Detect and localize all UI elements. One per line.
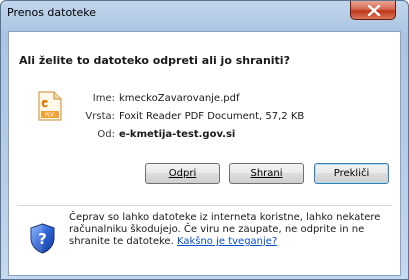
window-title: Prenos datoteke xyxy=(7,6,97,19)
file-type-value: Foxit Reader PDF Document, 57,2 KB xyxy=(119,111,305,122)
download-dialog-window: Prenos datoteke Ali želite to datoteko o… xyxy=(0,0,409,280)
divider xyxy=(17,205,392,206)
file-source-value: e-kmetija-test.gov.si xyxy=(119,129,236,140)
cancel-button[interactable]: Prekliči xyxy=(314,163,389,184)
security-warning: Čeprav so lahko datoteke iz interneta ko… xyxy=(69,212,389,248)
save-button[interactable]: Shrani xyxy=(229,163,304,184)
shield-question-icon: ? xyxy=(30,223,55,254)
file-source-label: Od: xyxy=(97,129,115,140)
file-name-label: Ime: xyxy=(92,93,115,104)
dialog-content: Ali želite to datoteko odpreti ali jo sh… xyxy=(8,31,401,276)
close-icon xyxy=(367,5,381,16)
open-button-label: Odpri xyxy=(168,168,197,179)
svg-text:?: ? xyxy=(38,230,47,248)
close-button[interactable] xyxy=(350,1,396,20)
save-button-label: Shrani xyxy=(250,168,283,179)
file-type-label: Vrsta: xyxy=(85,111,115,122)
risk-info-link[interactable]: Kakšno je tveganje? xyxy=(177,236,277,247)
open-button[interactable]: Odpri xyxy=(145,163,220,184)
file-name-value: kmeckoZavarovanje.pdf xyxy=(119,93,240,104)
title-bar[interactable]: Prenos datoteke xyxy=(1,1,408,25)
dialog-question: Ali želite to datoteko odpreti ali jo sh… xyxy=(19,54,290,67)
cancel-button-label: Prekliči xyxy=(333,168,370,179)
